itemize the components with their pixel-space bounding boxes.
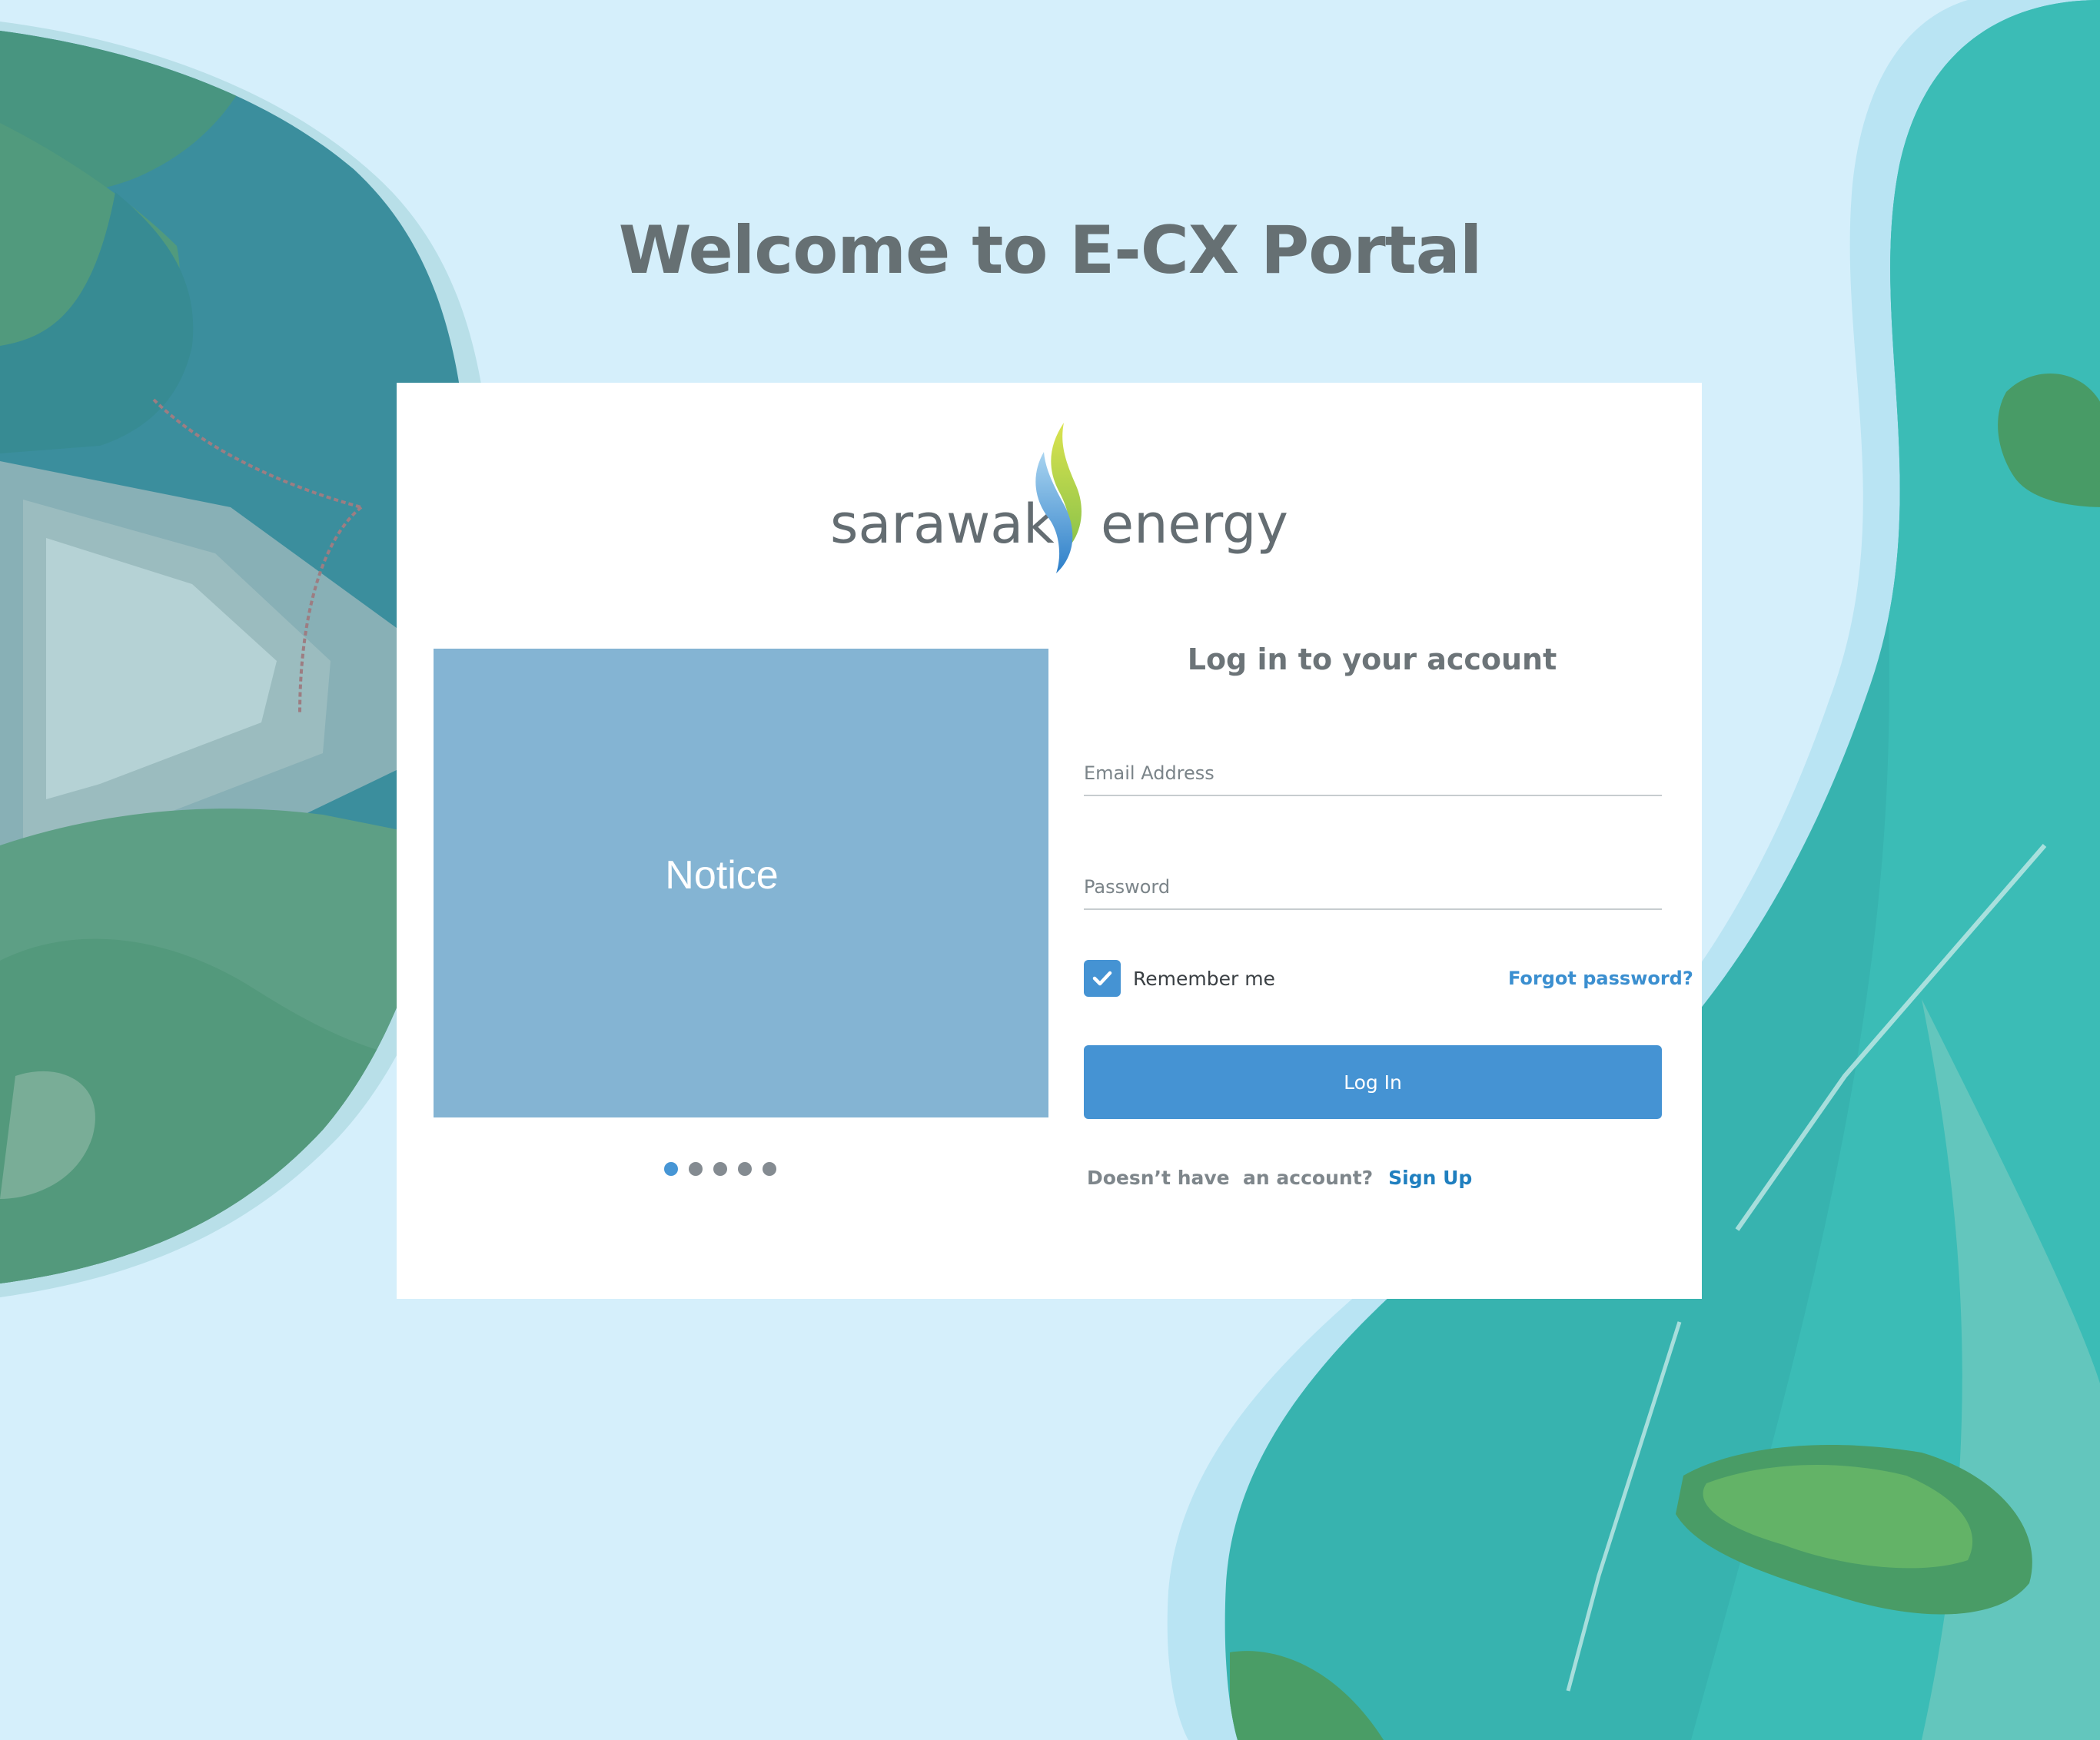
carousel-dot-5[interactable]	[763, 1162, 776, 1176]
sign-up-link[interactable]: Sign Up	[1388, 1167, 1472, 1189]
remember-me-checkbox[interactable]	[1084, 960, 1121, 997]
forgot-password-link[interactable]: Forgot password?	[1508, 965, 1693, 992]
remember-me-row: Remember me	[1084, 959, 1275, 998]
login-card: sarawak energy Notice Log in to your acc…	[397, 383, 1702, 1299]
checkmark-icon	[1092, 971, 1112, 986]
login-button[interactable]: Log In	[1084, 1045, 1662, 1119]
sarawak-energy-logo: sarawak energy	[830, 423, 1299, 584]
page-title: Welcome to E-CX Portal	[618, 212, 1483, 289]
carousel-dot-2[interactable]	[689, 1162, 703, 1176]
password-field	[1084, 850, 1662, 910]
login-heading: Log in to your account	[1187, 643, 1557, 676]
carousel-dot-3[interactable]	[713, 1162, 727, 1176]
flame-icon	[1035, 423, 1082, 573]
carousel-dot-4[interactable]	[738, 1162, 752, 1176]
password-input[interactable]	[1084, 875, 1662, 899]
signup-prompt: Doesn’t have an account?	[1087, 1166, 1374, 1189]
carousel-pagination	[664, 1162, 776, 1177]
logo-text-right: energy	[1101, 493, 1288, 556]
logo-text-left: sarawak	[830, 493, 1055, 556]
carousel-dot-1[interactable]	[664, 1162, 678, 1176]
notice-label: Notice	[665, 853, 779, 898]
email-input[interactable]	[1084, 761, 1662, 785]
signup-row: Doesn’t have an account? Sign Up	[1087, 1164, 1472, 1191]
notice-carousel-slide[interactable]: Notice	[434, 649, 1048, 1117]
remember-me-label: Remember me	[1133, 967, 1275, 990]
email-field	[1084, 736, 1662, 796]
